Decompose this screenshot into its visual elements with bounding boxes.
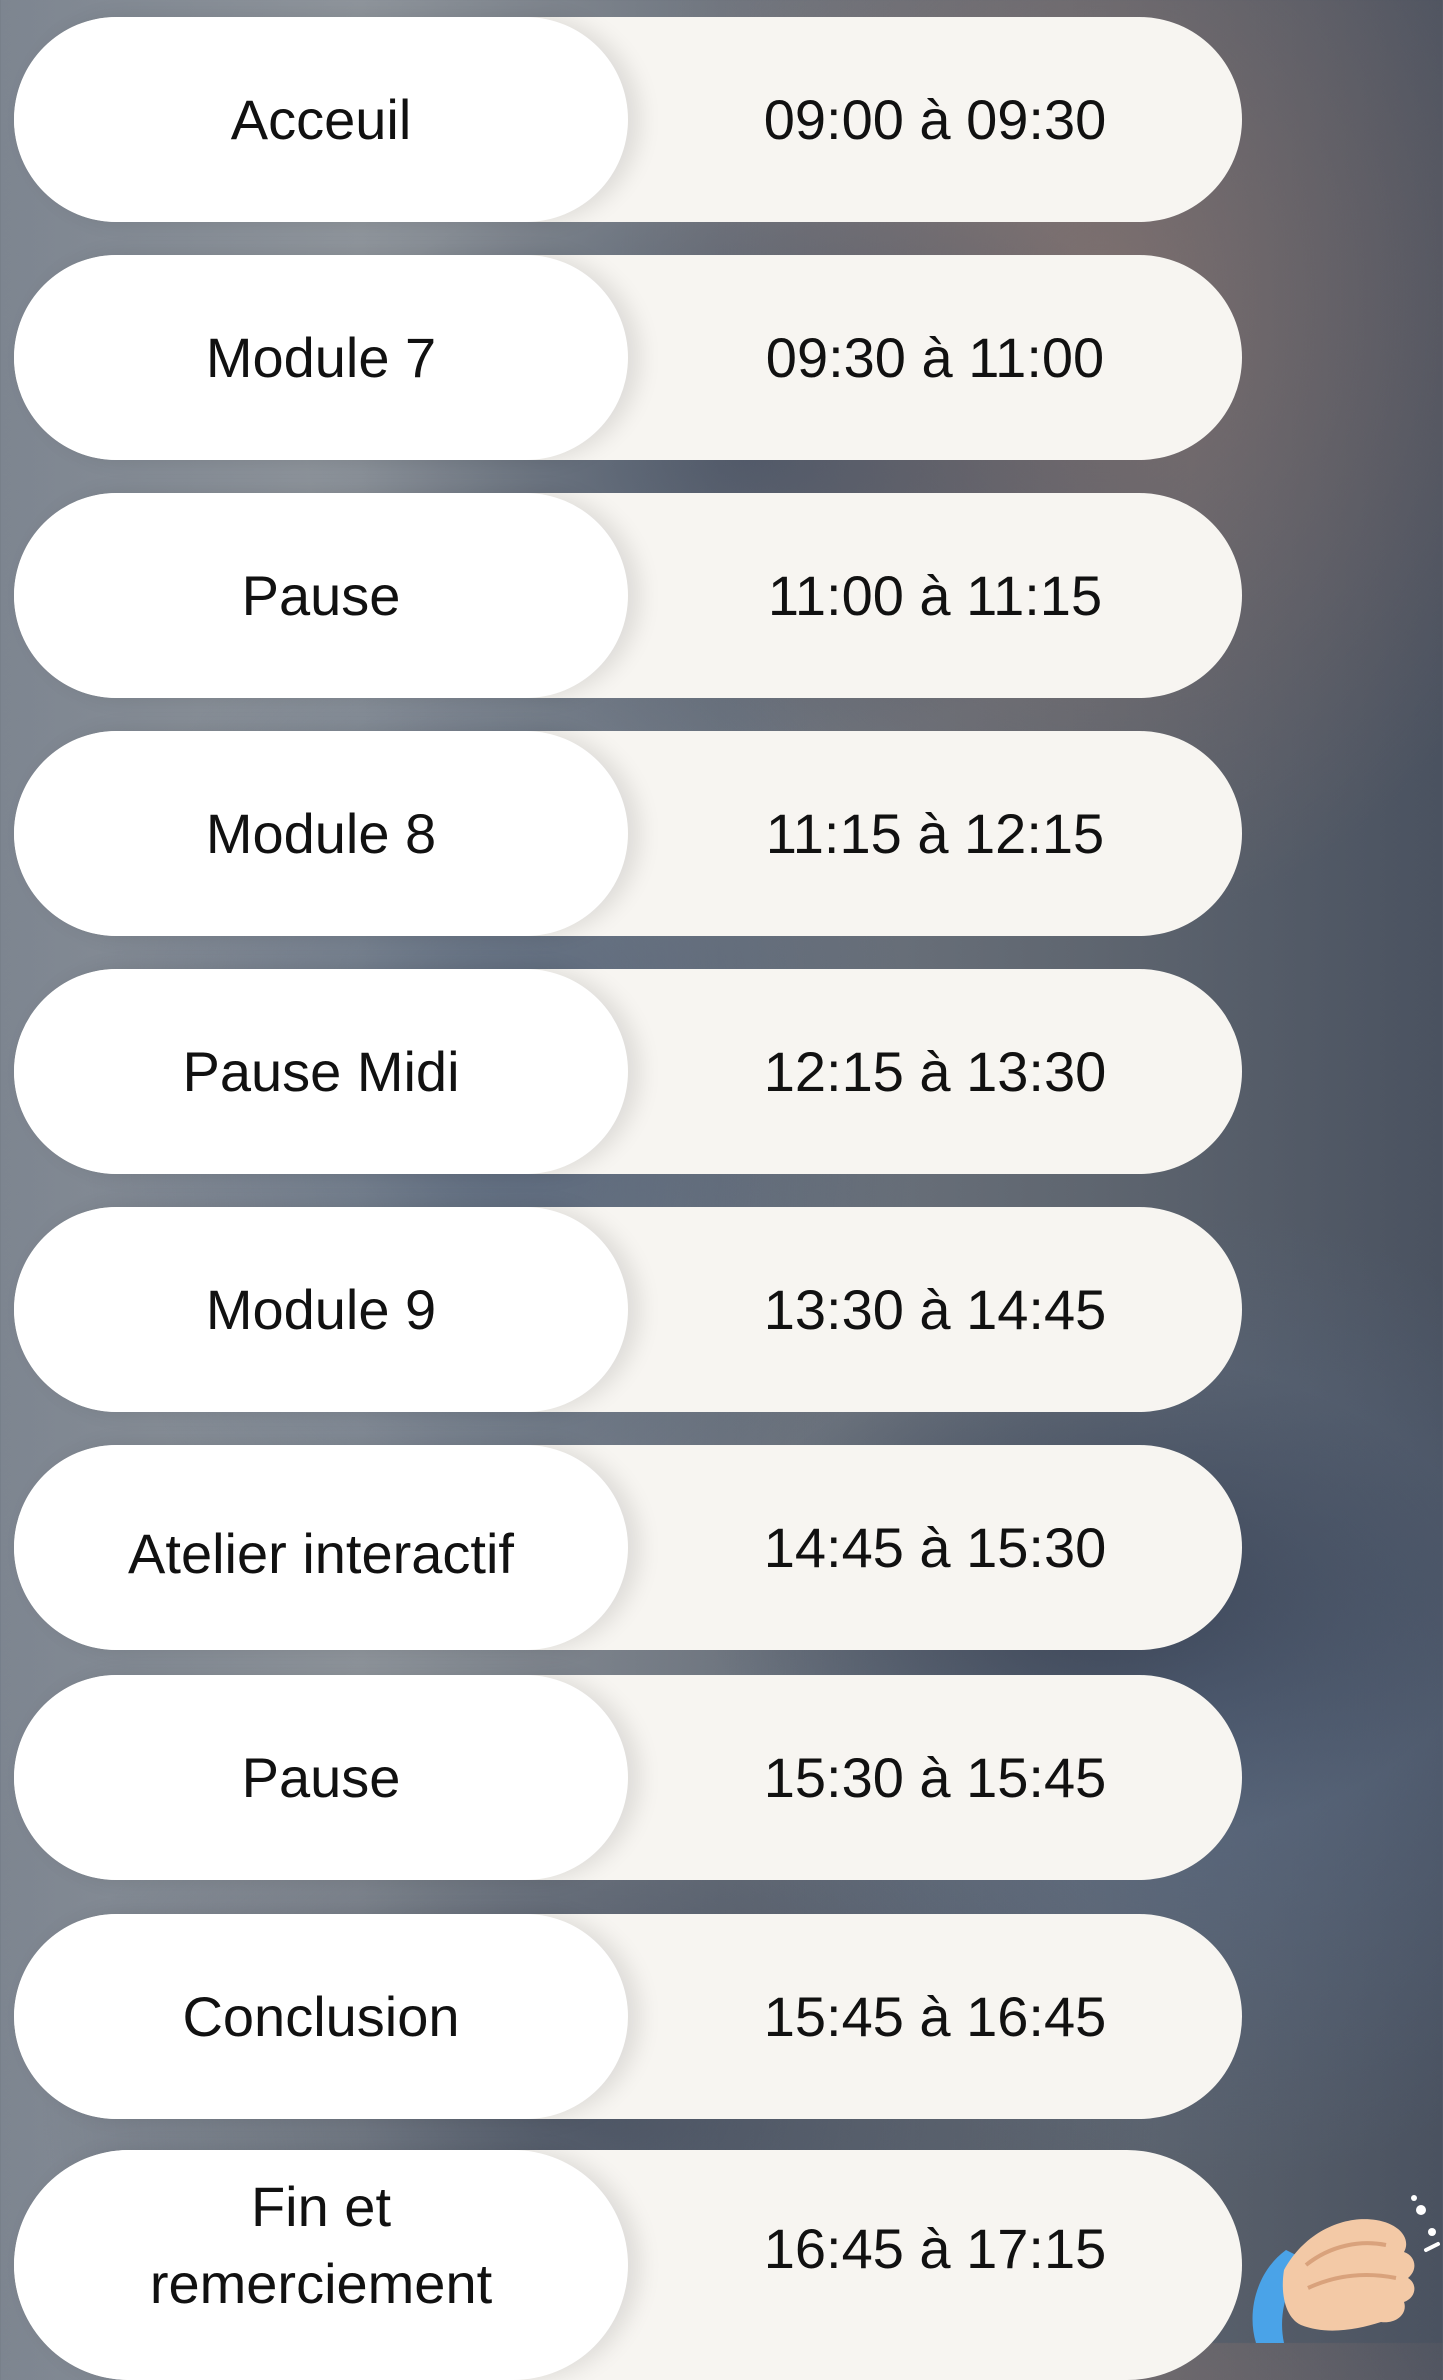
session-time: 15:30 à 15:45 [763, 1746, 1107, 1809]
session-label-text: Pause [241, 563, 401, 627]
session-label-text: Acceuil [230, 87, 412, 151]
schedule-row: Pause Midi 12:15 à 13:30 [14, 969, 1242, 1174]
session-time: 12:15 à 13:30 [763, 1040, 1107, 1103]
session-label: Conclusion [14, 1914, 628, 2119]
session-time: 11:00 à 11:15 [767, 564, 1103, 627]
session-time: 16:45 à 17:15 [763, 2216, 1107, 2280]
schedule-row: Pause 11:00 à 11:15 [14, 493, 1242, 698]
session-label: Acceuil [14, 17, 628, 222]
session-label-text: Fin et remerciement [149, 2174, 493, 2315]
session-time: 13:30 à 14:45 [763, 1278, 1107, 1341]
session-label-text: Pause [241, 1745, 401, 1809]
session-label: Module 9 [14, 1207, 628, 1412]
schedule-row: Fin et remerciement 16:45 à 17:15 [14, 2150, 1242, 2380]
schedule-list: Acceuil 09:00 à 09:30 Module 7 09:30 à 1… [0, 0, 1443, 2380]
session-time: 11:15 à 12:15 [765, 802, 1105, 865]
schedule-row: Pause 15:30 à 15:45 [14, 1675, 1242, 1880]
schedule-row: Module 8 11:15 à 12:15 [14, 731, 1242, 936]
session-label-text: Module 8 [205, 801, 437, 865]
session-label: Module 7 [14, 255, 628, 460]
schedule-row: Module 9 13:30 à 14:45 [14, 1207, 1242, 1412]
session-label-text: Pause Midi [182, 1039, 460, 1103]
session-label-text: Atelier interactif [128, 1521, 514, 1585]
session-label: Pause [14, 493, 628, 698]
session-time: 09:00 à 09:30 [763, 88, 1107, 151]
session-label-text: Conclusion [182, 1984, 460, 2048]
schedule-row: Acceuil 09:00 à 09:30 [14, 17, 1242, 222]
clapping-hands-icon [1252, 2195, 1440, 2343]
session-label: Atelier interactif [14, 1445, 628, 1650]
schedule-row: Module 7 09:30 à 11:00 [14, 255, 1242, 460]
schedule-row: Atelier interactif 14:45 à 15:30 [14, 1445, 1242, 1650]
session-time: 14:45 à 15:30 [763, 1516, 1107, 1579]
session-label: Fin et remerciement [14, 2150, 628, 2380]
session-time: 15:45 à 16:45 [763, 1985, 1107, 2048]
session-time: 09:30 à 11:00 [765, 326, 1105, 389]
session-label: Module 8 [14, 731, 628, 936]
session-label-text: Module 9 [205, 1277, 437, 1341]
session-label: Pause [14, 1675, 628, 1880]
schedule-row: Conclusion 15:45 à 16:45 [14, 1914, 1242, 2119]
session-label: Pause Midi [14, 969, 628, 1174]
session-label-text: Module 7 [205, 325, 437, 389]
